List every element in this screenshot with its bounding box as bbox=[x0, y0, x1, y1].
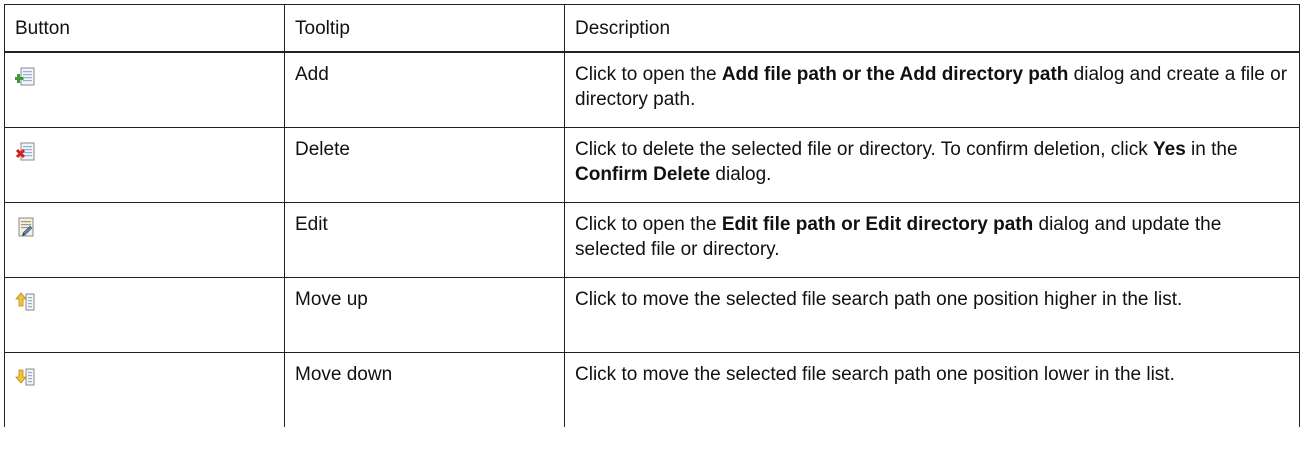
description-cell: Click to delete the selected file or dir… bbox=[564, 126, 1300, 203]
header-description: Description bbox=[564, 4, 1300, 53]
header-row: Button Tooltip Description bbox=[4, 4, 1300, 53]
tooltip-cell: Add bbox=[284, 51, 565, 128]
delete-file-icon bbox=[15, 142, 35, 160]
add-file-icon bbox=[15, 67, 35, 86]
header-tooltip: Tooltip bbox=[284, 4, 565, 53]
header-button: Button bbox=[4, 4, 285, 53]
tooltip-cell: Move up bbox=[284, 276, 565, 353]
table-row: Edit Click to open the Edit file path or… bbox=[4, 201, 1300, 278]
table-row: Add Click to open the Add file path or t… bbox=[4, 51, 1300, 128]
button-cell bbox=[4, 51, 285, 128]
description-cell: Click to open the Add file path or the A… bbox=[564, 51, 1300, 128]
button-cell bbox=[4, 126, 285, 203]
edit-file-icon bbox=[18, 217, 34, 236]
table-row: Move down Click to move the selected fil… bbox=[4, 351, 1300, 427]
button-reference-table: Button Tooltip Description Add Click to … bbox=[4, 4, 1300, 427]
move-down-icon bbox=[15, 368, 35, 385]
table-row: Delete Click to delete the selected file… bbox=[4, 126, 1300, 203]
description-cell: Click to open the Edit file path or Edit… bbox=[564, 201, 1300, 278]
description-cell: Click to move the selected file search p… bbox=[564, 351, 1300, 427]
button-cell bbox=[4, 276, 285, 353]
move-up-icon bbox=[15, 291, 35, 310]
tooltip-cell: Move down bbox=[284, 351, 565, 427]
description-cell: Click to move the selected file search p… bbox=[564, 276, 1300, 353]
tooltip-cell: Delete bbox=[284, 126, 565, 203]
button-cell bbox=[4, 351, 285, 427]
tooltip-cell: Edit bbox=[284, 201, 565, 278]
button-cell bbox=[4, 201, 285, 278]
table-row: Move up Click to move the selected file … bbox=[4, 276, 1300, 353]
